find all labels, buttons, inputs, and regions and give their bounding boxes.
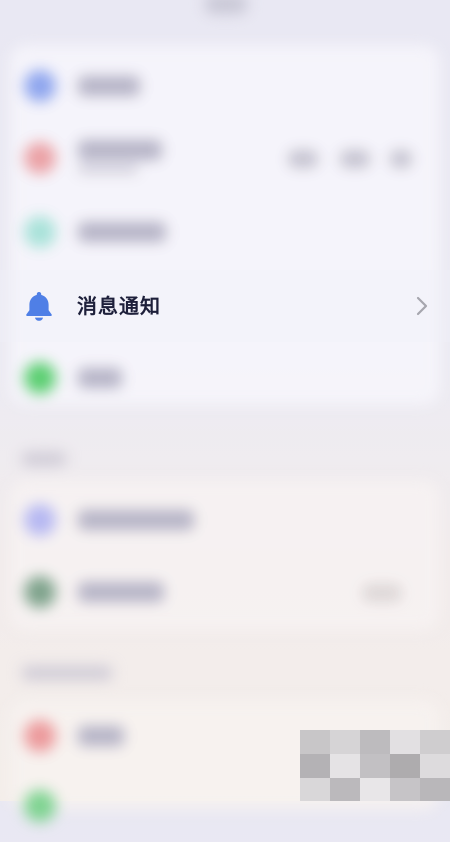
blurred-row-value [362, 584, 402, 602]
blurred-row-icon [24, 70, 56, 102]
blurred-background [0, 0, 450, 822]
nav-title-placeholder [205, 0, 247, 14]
blurred-row-label [78, 510, 194, 530]
blurred-row [10, 484, 440, 556]
blurred-row-icon [24, 790, 56, 822]
blurred-section-header [22, 452, 66, 466]
blurred-row-label [78, 368, 122, 388]
blurred-row-sublabel [78, 164, 138, 174]
notification-settings-row[interactable]: 消息通知 [0, 270, 450, 342]
blurred-row-icon [24, 504, 56, 536]
blurred-row-icon [24, 576, 56, 608]
bell-icon [26, 292, 52, 321]
blurred-row [10, 342, 440, 414]
blurred-row-label [78, 582, 164, 602]
blurred-row-value [390, 150, 412, 168]
blurred-row [10, 50, 440, 122]
blurred-row [10, 196, 440, 268]
blurred-row-label [78, 726, 124, 746]
blurred-row-icon [24, 720, 56, 752]
blurred-row-icon [24, 142, 56, 174]
blurred-row-label [78, 76, 140, 96]
blurred-row-icon [24, 362, 56, 394]
blurred-row [10, 556, 440, 628]
notification-settings-label: 消息通知 [77, 294, 161, 318]
blurred-row [10, 122, 440, 194]
pixelated-overlay [300, 730, 450, 801]
blurred-row-icon [24, 216, 56, 248]
blurred-row-value [288, 150, 318, 168]
blurred-row-label [78, 222, 166, 242]
settings-screen: 消息通知 [0, 0, 450, 822]
chevron-right-icon [416, 296, 428, 316]
blurred-row-label [78, 140, 162, 160]
blurred-row-value [340, 150, 370, 168]
blurred-section-header [22, 666, 112, 680]
